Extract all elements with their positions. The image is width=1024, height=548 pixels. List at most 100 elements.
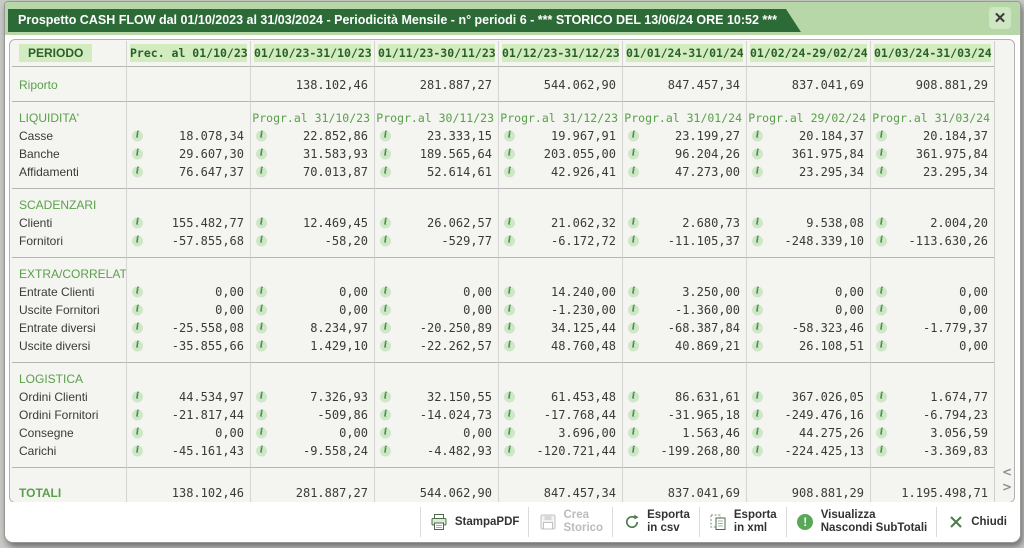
- info-icon[interactable]: i: [628, 445, 639, 457]
- scroll-left-icon[interactable]: <: [1002, 466, 1012, 478]
- crea-storico-button[interactable]: Crea Storico: [531, 504, 610, 540]
- info-icon[interactable]: i: [628, 409, 639, 421]
- info-icon[interactable]: i: [752, 340, 763, 352]
- close-icon[interactable]: ✕: [989, 7, 1011, 29]
- info-icon[interactable]: i: [256, 166, 267, 178]
- info-icon[interactable]: i: [504, 286, 515, 298]
- info-icon[interactable]: i: [876, 148, 887, 160]
- info-icon[interactable]: i: [628, 130, 639, 142]
- info-icon[interactable]: i: [628, 427, 639, 439]
- info-icon[interactable]: i: [752, 427, 763, 439]
- info-icon[interactable]: i: [752, 409, 763, 421]
- info-icon[interactable]: i: [628, 286, 639, 298]
- info-icon[interactable]: i: [380, 304, 391, 316]
- info-icon[interactable]: i: [876, 235, 887, 247]
- info-icon[interactable]: i: [504, 148, 515, 160]
- info-icon[interactable]: i: [752, 304, 763, 316]
- info-icon[interactable]: i: [380, 340, 391, 352]
- info-icon[interactable]: i: [504, 391, 515, 403]
- info-icon[interactable]: i: [256, 148, 267, 160]
- info-icon[interactable]: i: [132, 340, 143, 352]
- info-icon[interactable]: i: [504, 340, 515, 352]
- info-icon[interactable]: i: [752, 166, 763, 178]
- chiudi-button[interactable]: Chiudi: [939, 504, 1014, 540]
- info-icon[interactable]: i: [876, 340, 887, 352]
- info-icon[interactable]: i: [876, 445, 887, 457]
- info-icon[interactable]: i: [628, 304, 639, 316]
- info-icon[interactable]: i: [504, 445, 515, 457]
- info-icon[interactable]: i: [256, 427, 267, 439]
- info-icon[interactable]: i: [380, 445, 391, 457]
- info-icon[interactable]: i: [256, 217, 267, 229]
- info-icon[interactable]: i: [752, 322, 763, 334]
- info-icon[interactable]: i: [132, 286, 143, 298]
- info-icon[interactable]: i: [132, 148, 143, 160]
- info-icon[interactable]: i: [256, 445, 267, 457]
- info-icon[interactable]: i: [752, 148, 763, 160]
- info-icon[interactable]: i: [380, 286, 391, 298]
- info-icon[interactable]: i: [256, 391, 267, 403]
- info-icon[interactable]: i: [256, 304, 267, 316]
- info-icon[interactable]: i: [504, 166, 515, 178]
- info-icon[interactable]: i: [628, 166, 639, 178]
- info-icon[interactable]: i: [256, 130, 267, 142]
- visualizza-subtotali-button[interactable]: ! Visualizza Nascondi SubTotali: [789, 504, 935, 540]
- info-icon[interactable]: i: [132, 304, 143, 316]
- info-icon[interactable]: i: [876, 391, 887, 403]
- info-icon[interactable]: i: [628, 391, 639, 403]
- info-icon[interactable]: i: [504, 322, 515, 334]
- info-icon[interactable]: i: [876, 217, 887, 229]
- info-icon[interactable]: i: [132, 217, 143, 229]
- info-icon[interactable]: i: [256, 286, 267, 298]
- info-icon[interactable]: i: [380, 130, 391, 142]
- info-icon[interactable]: i: [628, 235, 639, 247]
- info-icon[interactable]: i: [132, 322, 143, 334]
- esporta-csv-button[interactable]: Esporta in csv: [615, 504, 697, 540]
- info-icon[interactable]: i: [752, 286, 763, 298]
- info-icon[interactable]: i: [876, 166, 887, 178]
- info-icon[interactable]: i: [876, 286, 887, 298]
- info-icon[interactable]: i: [752, 391, 763, 403]
- info-icon[interactable]: i: [628, 322, 639, 334]
- info-icon[interactable]: i: [380, 217, 391, 229]
- info-icon[interactable]: i: [504, 304, 515, 316]
- info-icon[interactable]: i: [132, 391, 143, 403]
- info-icon[interactable]: i: [504, 409, 515, 421]
- info-icon[interactable]: i: [132, 445, 143, 457]
- info-icon[interactable]: i: [504, 130, 515, 142]
- info-icon[interactable]: i: [256, 409, 267, 421]
- esporta-xml-button[interactable]: Esporta in xml: [702, 504, 784, 540]
- info-icon[interactable]: i: [380, 322, 391, 334]
- info-icon[interactable]: i: [752, 217, 763, 229]
- info-icon[interactable]: i: [504, 217, 515, 229]
- info-icon[interactable]: i: [380, 427, 391, 439]
- stampa-pdf-button[interactable]: StampaPDF: [423, 504, 527, 540]
- info-icon[interactable]: i: [504, 427, 515, 439]
- info-icon[interactable]: i: [504, 235, 515, 247]
- info-icon[interactable]: i: [876, 322, 887, 334]
- info-icon[interactable]: i: [876, 409, 887, 421]
- info-icon[interactable]: i: [628, 148, 639, 160]
- info-icon[interactable]: i: [380, 391, 391, 403]
- info-icon[interactable]: i: [380, 166, 391, 178]
- info-icon[interactable]: i: [876, 130, 887, 142]
- info-icon[interactable]: i: [132, 427, 143, 439]
- info-icon[interactable]: i: [752, 445, 763, 457]
- scroll-right-icon[interactable]: >: [1002, 481, 1012, 493]
- info-icon[interactable]: i: [380, 409, 391, 421]
- info-icon[interactable]: i: [132, 130, 143, 142]
- info-icon[interactable]: i: [256, 340, 267, 352]
- info-icon[interactable]: i: [256, 322, 267, 334]
- info-icon[interactable]: i: [256, 235, 267, 247]
- info-icon[interactable]: i: [628, 217, 639, 229]
- info-icon[interactable]: i: [132, 235, 143, 247]
- info-icon[interactable]: i: [132, 166, 143, 178]
- info-icon[interactable]: i: [380, 148, 391, 160]
- info-icon[interactable]: i: [628, 340, 639, 352]
- info-icon[interactable]: i: [876, 304, 887, 316]
- info-icon[interactable]: i: [132, 409, 143, 421]
- info-icon[interactable]: i: [876, 427, 887, 439]
- info-icon[interactable]: i: [752, 235, 763, 247]
- info-icon[interactable]: i: [752, 130, 763, 142]
- info-icon[interactable]: i: [380, 235, 391, 247]
